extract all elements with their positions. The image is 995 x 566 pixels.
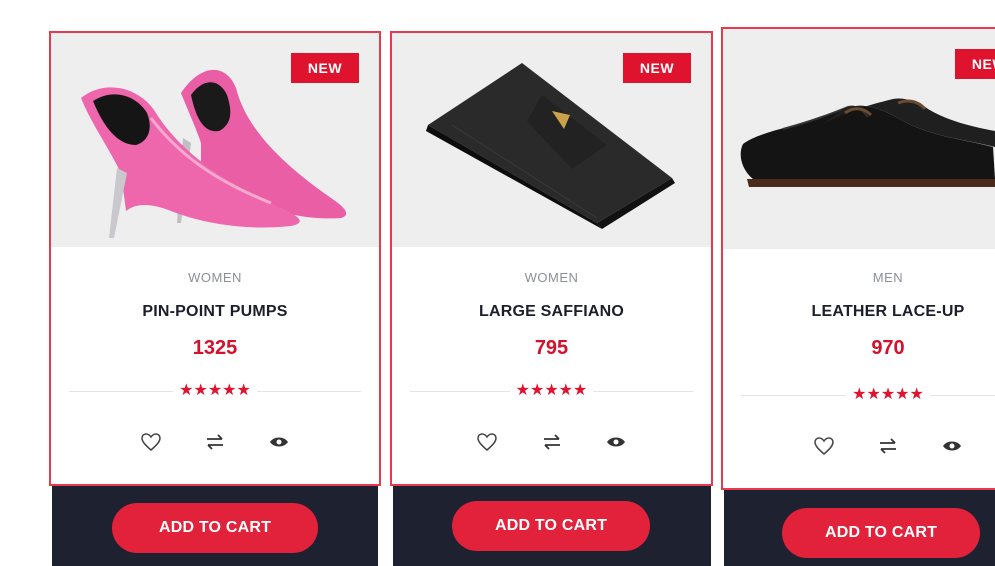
product-category: WOMEN <box>524 270 579 285</box>
product-image[interactable]: NEW <box>51 33 379 247</box>
product-card[interactable]: NEW WOMEN LARGE SAFFIANO 795 ★★★★★ <box>390 31 713 486</box>
new-badge: NEW <box>291 53 359 83</box>
compare-arrows-icon[interactable] <box>876 435 900 457</box>
rating-stars: ★★★★★ <box>392 380 711 400</box>
product-price: 1325 <box>192 337 238 359</box>
product-actions <box>51 431 379 453</box>
compare-arrows-icon[interactable] <box>540 431 564 453</box>
new-badge: NEW <box>623 53 691 83</box>
compare-arrows-icon[interactable] <box>203 431 227 453</box>
add-to-cart-button[interactable]: ADD TO CART <box>112 503 318 553</box>
product-image[interactable]: NEW <box>392 33 711 247</box>
heart-icon[interactable] <box>812 435 836 457</box>
product-image[interactable]: NEW <box>723 29 995 249</box>
heart-icon[interactable] <box>475 431 499 453</box>
product-name[interactable]: LARGE SAFFIANO <box>392 303 711 321</box>
product-actions <box>392 431 711 453</box>
rating-stars: ★★★★★ <box>51 380 379 400</box>
product-card[interactable]: NEW MEN LEATHER LACE-UP 970 ★★★★★ <box>721 27 995 490</box>
product-name[interactable]: LEATHER LACE-UP <box>723 303 995 321</box>
product-price: 970 <box>871 337 905 359</box>
eye-icon[interactable] <box>940 435 964 457</box>
new-badge: NEW <box>955 49 995 79</box>
rating-stars: ★★★★★ <box>723 384 995 404</box>
product-category: WOMEN <box>188 270 242 285</box>
eye-icon[interactable] <box>604 431 628 453</box>
product-price: 795 <box>534 337 569 359</box>
add-to-cart-button[interactable]: ADD TO CART <box>782 508 980 558</box>
product-card[interactable]: NEW WOMEN PIN-POINT PUMPS 1325 ★★★★★ <box>49 31 381 486</box>
eye-icon[interactable] <box>267 431 291 453</box>
heart-icon[interactable] <box>139 431 163 453</box>
product-category: MEN <box>872 270 904 285</box>
add-to-cart-button[interactable]: ADD TO CART <box>452 501 650 551</box>
product-actions <box>723 435 995 457</box>
product-name[interactable]: PIN-POINT PUMPS <box>51 303 379 321</box>
